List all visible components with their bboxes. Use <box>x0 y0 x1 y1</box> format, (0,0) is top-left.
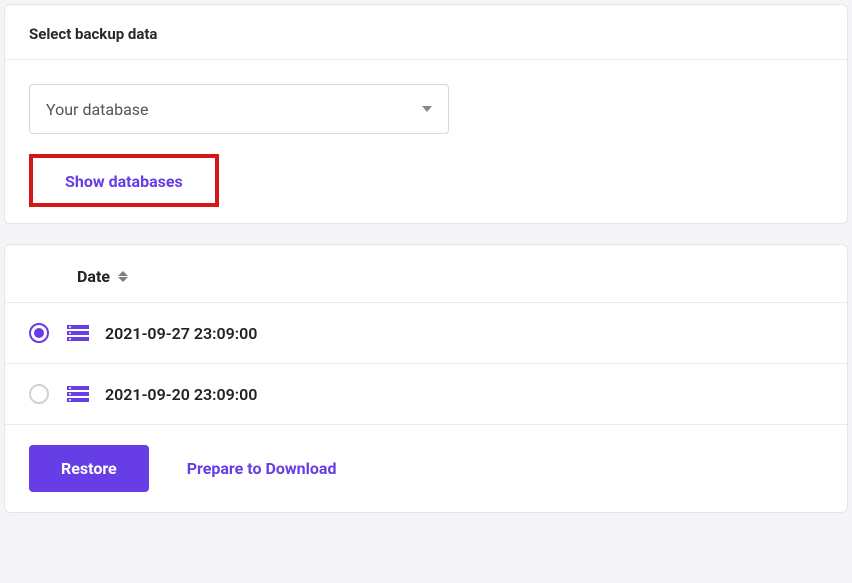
select-backup-card: Select backup data Your database Show da… <box>4 4 848 224</box>
caret-down-icon <box>422 106 432 112</box>
card-body: Your database Show databases <box>5 60 847 223</box>
table-row[interactable]: 2021-09-27 23:09:00 <box>5 302 847 363</box>
card-title: Select backup data <box>5 5 847 60</box>
sort-icon <box>118 271 128 282</box>
backup-timestamp: 2021-09-27 23:09:00 <box>105 324 257 343</box>
card-footer: Restore Prepare to Download <box>5 424 847 512</box>
table-header[interactable]: Date <box>5 245 847 302</box>
table-row[interactable]: 2021-09-20 23:09:00 <box>5 363 847 424</box>
show-databases-button[interactable]: Show databases <box>65 172 183 191</box>
database-select-label: Your database <box>46 100 149 119</box>
highlight-box: Show databases <box>29 154 219 207</box>
database-icon <box>67 386 89 402</box>
date-column-header: Date <box>77 267 110 286</box>
backup-timestamp: 2021-09-20 23:09:00 <box>105 385 257 404</box>
backup-list-card: Date 2021-09-27 23:09:00 2021-09-20 23:0… <box>4 244 848 513</box>
database-icon <box>67 325 89 341</box>
radio-unselected[interactable] <box>29 384 49 404</box>
database-select[interactable]: Your database <box>29 84 449 134</box>
restore-button[interactable]: Restore <box>29 445 149 492</box>
radio-selected[interactable] <box>29 323 49 343</box>
prepare-download-button[interactable]: Prepare to Download <box>187 459 337 478</box>
